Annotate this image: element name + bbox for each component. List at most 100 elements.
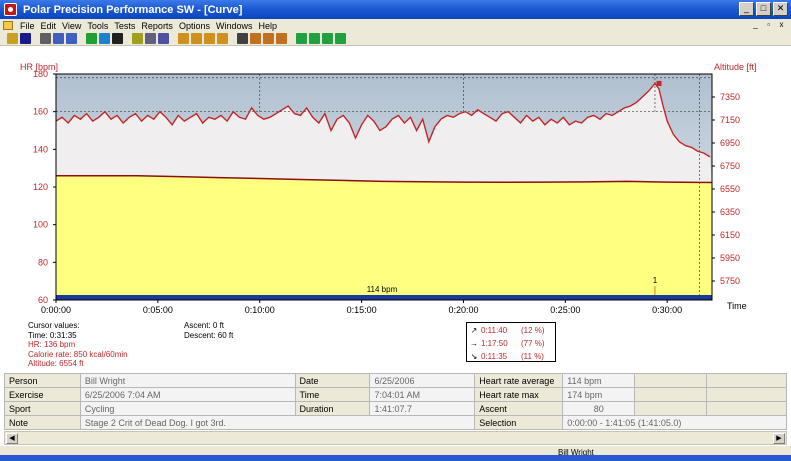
blank-cell: [706, 373, 787, 388]
x-tick-label: 0:00:00: [41, 305, 71, 315]
zone-percent: (77 %): [521, 338, 545, 348]
chart-area-icon[interactable]: [250, 33, 261, 44]
scroll-left-arrow-icon[interactable]: ◀: [6, 433, 18, 444]
date-label: Date: [294, 373, 371, 388]
y-left-tick-label: 160: [33, 107, 48, 117]
sport-value[interactable]: Cycling: [79, 401, 296, 416]
cursor-values-header: Cursor values:: [28, 321, 80, 330]
minimize-button[interactable]: _: [739, 2, 754, 16]
date-value[interactable]: 6/25/2006: [369, 373, 476, 388]
exercise-value[interactable]: 6/25/2006 7:04 AM: [79, 387, 296, 402]
save-icon[interactable]: [20, 33, 31, 44]
mdi-close-button[interactable]: x: [776, 20, 787, 30]
print-icon[interactable]: [40, 33, 51, 44]
duration-label: Duration: [294, 401, 371, 416]
menu-tools[interactable]: Tools: [84, 21, 111, 31]
zone-row-within: → 1:17:50 (77 %): [467, 337, 555, 349]
chart-curve-icon[interactable]: [178, 33, 189, 44]
x-tick-label: 0:20:00: [448, 305, 478, 315]
menu-bar: File Edit View Tools Tests Reports Optio…: [0, 19, 791, 32]
maximize-button[interactable]: □: [756, 2, 771, 16]
hr-average-label: Heart rate average: [474, 373, 564, 388]
bar-chart2-icon[interactable]: [309, 33, 320, 44]
curve-chart[interactable]: HR [bpm] Altitude [ft] Time 114 bpm1 608…: [0, 46, 791, 320]
tool-icon[interactable]: [132, 33, 143, 44]
arrow-right-icon: →: [470, 338, 478, 348]
exercise-label: Exercise: [4, 387, 81, 402]
arrow-up-icon: ↗: [470, 325, 478, 335]
cursor-time: Time: 0:31:35: [28, 330, 77, 340]
ball-icon[interactable]: [112, 33, 123, 44]
hr-max-value[interactable]: 174 bpm: [562, 387, 636, 402]
globe-icon[interactable]: [99, 33, 110, 44]
table-row: Sport Cycling Duration 1:41:07.7 Ascent …: [4, 401, 787, 416]
window-controls: _ □ ✕: [739, 2, 788, 16]
menu-help[interactable]: Help: [255, 21, 280, 31]
chart-bars-icon[interactable]: [191, 33, 202, 44]
selection-value[interactable]: 0:00:00 - 1:41:05 (1:41:05.0): [562, 415, 787, 430]
sport-label: Sport: [4, 401, 81, 416]
window-icon[interactable]: [145, 33, 156, 44]
zone-percent: (11 %): [521, 351, 544, 361]
menu-file[interactable]: File: [17, 21, 38, 31]
y-right-tick-label: 6350: [720, 207, 740, 217]
bar-chart1-icon[interactable]: [296, 33, 307, 44]
horizontal-scrollbar[interactable]: ◀ ▶: [4, 431, 787, 445]
scroll-right-arrow-icon[interactable]: ▶: [773, 433, 785, 444]
menu-windows[interactable]: Windows: [213, 21, 256, 31]
y-left-tick-label: 60: [38, 295, 48, 305]
ascent-table-value[interactable]: 80: [562, 401, 636, 416]
chart-area2-icon[interactable]: [263, 33, 274, 44]
document-icon[interactable]: [3, 21, 13, 30]
zone-time: 0:11:35: [481, 351, 508, 361]
chart-table-icon[interactable]: [217, 33, 228, 44]
mdi-restore-button[interactable]: ▫: [763, 20, 774, 30]
x-axis-label: Time: [727, 301, 747, 311]
menu-tests[interactable]: Tests: [111, 21, 138, 31]
y-right-tick-label: 7150: [720, 115, 740, 125]
taskbar: [0, 455, 791, 461]
y-right-tick-label: 6150: [720, 230, 740, 240]
y-left-tick-label: 180: [33, 69, 48, 79]
hr-average-value[interactable]: 114 bpm: [562, 373, 636, 388]
app-icon[interactable]: [4, 3, 17, 16]
menu-view[interactable]: View: [59, 21, 84, 31]
altitude-area: [56, 175, 712, 300]
time-value[interactable]: 7:04:01 AM: [369, 387, 476, 402]
y-left-tick-label: 140: [33, 144, 48, 154]
ascent-label: Ascent: [474, 401, 564, 416]
cursor-hr: HR: 136 bpm: [28, 340, 76, 349]
blank-cell: [706, 387, 787, 402]
chart-scale-icon[interactable]: [204, 33, 215, 44]
zone-row-above: ↗ 0:11:40 (12 %): [467, 324, 555, 336]
refresh-icon[interactable]: [86, 33, 97, 44]
copy2-icon[interactable]: [66, 33, 77, 44]
ascent-value: Ascent: 0 ft: [184, 321, 225, 330]
cursor-values-panel: Cursor values: Time: 0:31:35 HR: 136 bpm…: [28, 321, 128, 369]
exercise-summary-table: Person Bill Wright Date 6/25/2006 Heart …: [4, 373, 787, 430]
note-value[interactable]: Stage 2 Crit of Dead Dog. I got 3rd.: [79, 415, 476, 430]
open-icon[interactable]: [7, 33, 18, 44]
title-bar: Polar Precision Performance SW - [Curve]…: [0, 0, 791, 19]
person-value[interactable]: Bill Wright: [79, 373, 296, 388]
bar-chart4-icon[interactable]: [335, 33, 346, 44]
duration-value[interactable]: 1:41:07.7: [369, 401, 476, 416]
y-right-tick-label: 5950: [720, 253, 740, 263]
menu-options[interactable]: Options: [176, 21, 213, 31]
note-label: Note: [4, 415, 81, 430]
chart-area3-icon[interactable]: [276, 33, 287, 44]
mdi-controls: _ ▫ x: [750, 20, 787, 30]
hr-peak-marker: [656, 80, 662, 86]
bar-chart3-icon[interactable]: [322, 33, 333, 44]
copy-icon[interactable]: [53, 33, 64, 44]
zoom-icon[interactable]: [237, 33, 248, 44]
close-button[interactable]: ✕: [773, 2, 788, 16]
menu-edit[interactable]: Edit: [38, 21, 60, 31]
menu-reports[interactable]: Reports: [138, 21, 176, 31]
y-right-tick-label: 7350: [720, 92, 740, 102]
y-left-tick-label: 80: [38, 257, 48, 267]
grid-icon[interactable]: [158, 33, 169, 44]
zone-summary-box: ↗ 0:11:40 (12 %) → 1:17:50 (77 %) ↘ 0:11…: [466, 322, 556, 362]
ascent-panel: Ascent: 0 ft Descent: 60 ft: [184, 321, 233, 340]
mdi-minimize-button[interactable]: _: [750, 20, 761, 30]
